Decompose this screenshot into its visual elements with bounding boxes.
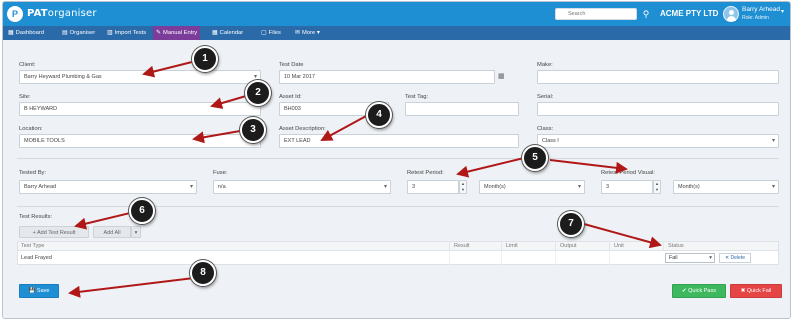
user-name[interactable]: Barry Arhead <box>742 6 780 13</box>
nav-more[interactable]: ✉ More ▾ <box>292 26 323 40</box>
quick-pass-button[interactable]: ✔ Quick Pass <box>672 284 726 298</box>
fuse-select[interactable]: n/a <box>213 180 391 194</box>
organiser-icon: ▤ <box>62 30 68 36</box>
add-all-caret-icon[interactable]: ▾ <box>131 226 141 238</box>
callout-8: 8 <box>190 260 216 286</box>
user-menu-caret-icon[interactable]: ▾ <box>781 8 784 15</box>
callout-5: 5 <box>522 145 548 171</box>
site-label: Site: <box>19 94 31 100</box>
top-bar: P PATorganiser ⚲ ACME PTY LTD Barry Arhe… <box>3 2 790 26</box>
cell-result[interactable] <box>449 251 501 265</box>
nav-label: Organiser <box>69 30 96 36</box>
files-icon: ▢ <box>261 30 267 36</box>
nav-dashboard[interactable]: ▦ Dashboard <box>5 26 47 40</box>
column-header-status: Status <box>663 241 779 251</box>
nav-label: Files <box>268 30 281 36</box>
save-button[interactable]: 💾 Save <box>19 284 59 298</box>
location-input[interactable]: MOBILE TOOLS <box>19 134 261 148</box>
asset-id-label: Asset Id: <box>279 94 302 100</box>
column-header-result: Result <box>449 241 501 251</box>
serial-input[interactable] <box>537 102 779 116</box>
status-select[interactable]: Fail <box>665 253 715 263</box>
callout-1: 1 <box>192 46 218 72</box>
nav-label: Dashboard <box>15 30 45 36</box>
edit-icon: ✎ <box>156 30 162 36</box>
cell-output[interactable] <box>555 251 609 265</box>
retest-period-visual-unit-select[interactable]: Month(s) <box>673 180 779 194</box>
fuse-label: Fuse: <box>213 170 228 176</box>
app-name-bold: PAT <box>27 8 48 19</box>
make-input[interactable] <box>537 70 779 84</box>
company-name: ACME PTY LTD <box>660 9 719 18</box>
callout-6: 6 <box>129 198 155 224</box>
app-logo-icon: P <box>7 6 23 22</box>
test-results-label: Test Results: <box>19 214 53 220</box>
nav-label: Import Tests <box>114 30 147 36</box>
nav-import-tests[interactable]: ▥ Import Tests <box>104 26 149 40</box>
search-icon[interactable]: ⚲ <box>638 7 654 21</box>
search-box <box>555 8 637 20</box>
callout-4: 4 <box>366 102 392 128</box>
manual-entry-form: Client: Barry Heyward Plumbing & Gas Tes… <box>3 40 790 318</box>
nav-calendar[interactable]: ▦ Calendar <box>209 26 246 40</box>
class-select[interactable]: Class I <box>537 134 779 148</box>
cell-limit[interactable] <box>501 251 555 265</box>
user-role: Role: Admin <box>742 15 769 21</box>
column-header-unit: Unit <box>609 241 663 251</box>
serial-label: Serial: <box>537 94 554 100</box>
cell-unit[interactable] <box>609 251 663 265</box>
class-label: Class: <box>537 126 554 132</box>
retest-period-label: Retest Period: <box>407 170 444 176</box>
tested-by-label: Tested By: <box>19 170 47 176</box>
client-select[interactable]: Barry Heyward Plumbing & Gas <box>19 70 261 84</box>
dashboard-icon: ▦ <box>8 30 14 36</box>
test-date-input[interactable]: 10 Mar 2017 <box>279 70 495 84</box>
asset-description-label: Asset Description: <box>279 126 326 132</box>
client-label: Client: <box>19 62 36 68</box>
nav-organiser[interactable]: ▤ Organiser <box>59 26 98 40</box>
search-input[interactable] <box>556 9 636 19</box>
tested-by-select[interactable]: Barry Arhead <box>19 180 197 194</box>
retest-period-visual-input[interactable]: 3 <box>601 180 653 194</box>
nav-manual-entry[interactable]: ✎ Manual Entry <box>153 26 201 40</box>
cell-test-type: Lead Frayed <box>21 255 52 261</box>
app-name[interactable]: PATorganiser <box>27 8 97 19</box>
user-avatar-icon[interactable] <box>723 6 739 22</box>
location-label: Location: <box>19 126 43 132</box>
nav-files[interactable]: ▢ Files <box>258 26 284 40</box>
retest-period-input[interactable]: 3 <box>407 180 459 194</box>
calendar-icon[interactable]: ▦ <box>498 72 505 80</box>
callout-2: 2 <box>245 80 271 106</box>
quick-fail-button[interactable]: ✖ Quick Fail <box>730 284 782 298</box>
add-test-result-button[interactable]: + Add Test Result <box>19 226 89 238</box>
retest-period-stepper[interactable]: ▲ ▼ <box>459 180 467 194</box>
make-label: Make: <box>537 62 553 68</box>
callout-3: 3 <box>240 117 266 143</box>
main-nav: ▦ Dashboard ▤ Organiser ▥ Import Tests ✎ Man… <box>3 26 790 40</box>
retest-period-visual-stepper[interactable]: ▲ ▼ <box>653 180 661 194</box>
column-header-test-type: Test Type <box>21 243 45 249</box>
site-input[interactable]: B HEYWARD <box>19 102 261 116</box>
asset-description-input[interactable]: EXT LEAD <box>279 134 519 148</box>
import-icon: ▥ <box>107 30 113 36</box>
column-header-limit: Limit <box>501 241 555 251</box>
calendar-icon: ▦ <box>212 30 218 36</box>
callout-7: 7 <box>558 211 584 237</box>
test-date-label: Test Date <box>279 62 304 68</box>
retest-period-visual-label: Retest Period Visual: <box>601 170 656 176</box>
nav-label: Calendar <box>219 30 244 36</box>
delete-button[interactable]: ✕ Delete <box>719 253 751 263</box>
divider <box>17 158 779 159</box>
app-window: P PATorganiser ⚲ ACME PTY LTD Barry Arhe… <box>2 1 791 319</box>
chevron-down-icon: ▾ <box>316 30 320 36</box>
app-name-rest: organiser <box>47 8 97 19</box>
nav-label: More <box>302 30 316 36</box>
test-tag-label: Test Tag: <box>405 94 429 100</box>
envelope-icon: ✉ <box>295 30 301 36</box>
retest-period-unit-select[interactable]: Month(s) <box>479 180 585 194</box>
nav-label: Manual Entry <box>163 30 198 36</box>
test-tag-input[interactable] <box>405 102 519 116</box>
add-all-button[interactable]: Add All <box>93 226 131 238</box>
column-header-output: Output <box>555 241 609 251</box>
